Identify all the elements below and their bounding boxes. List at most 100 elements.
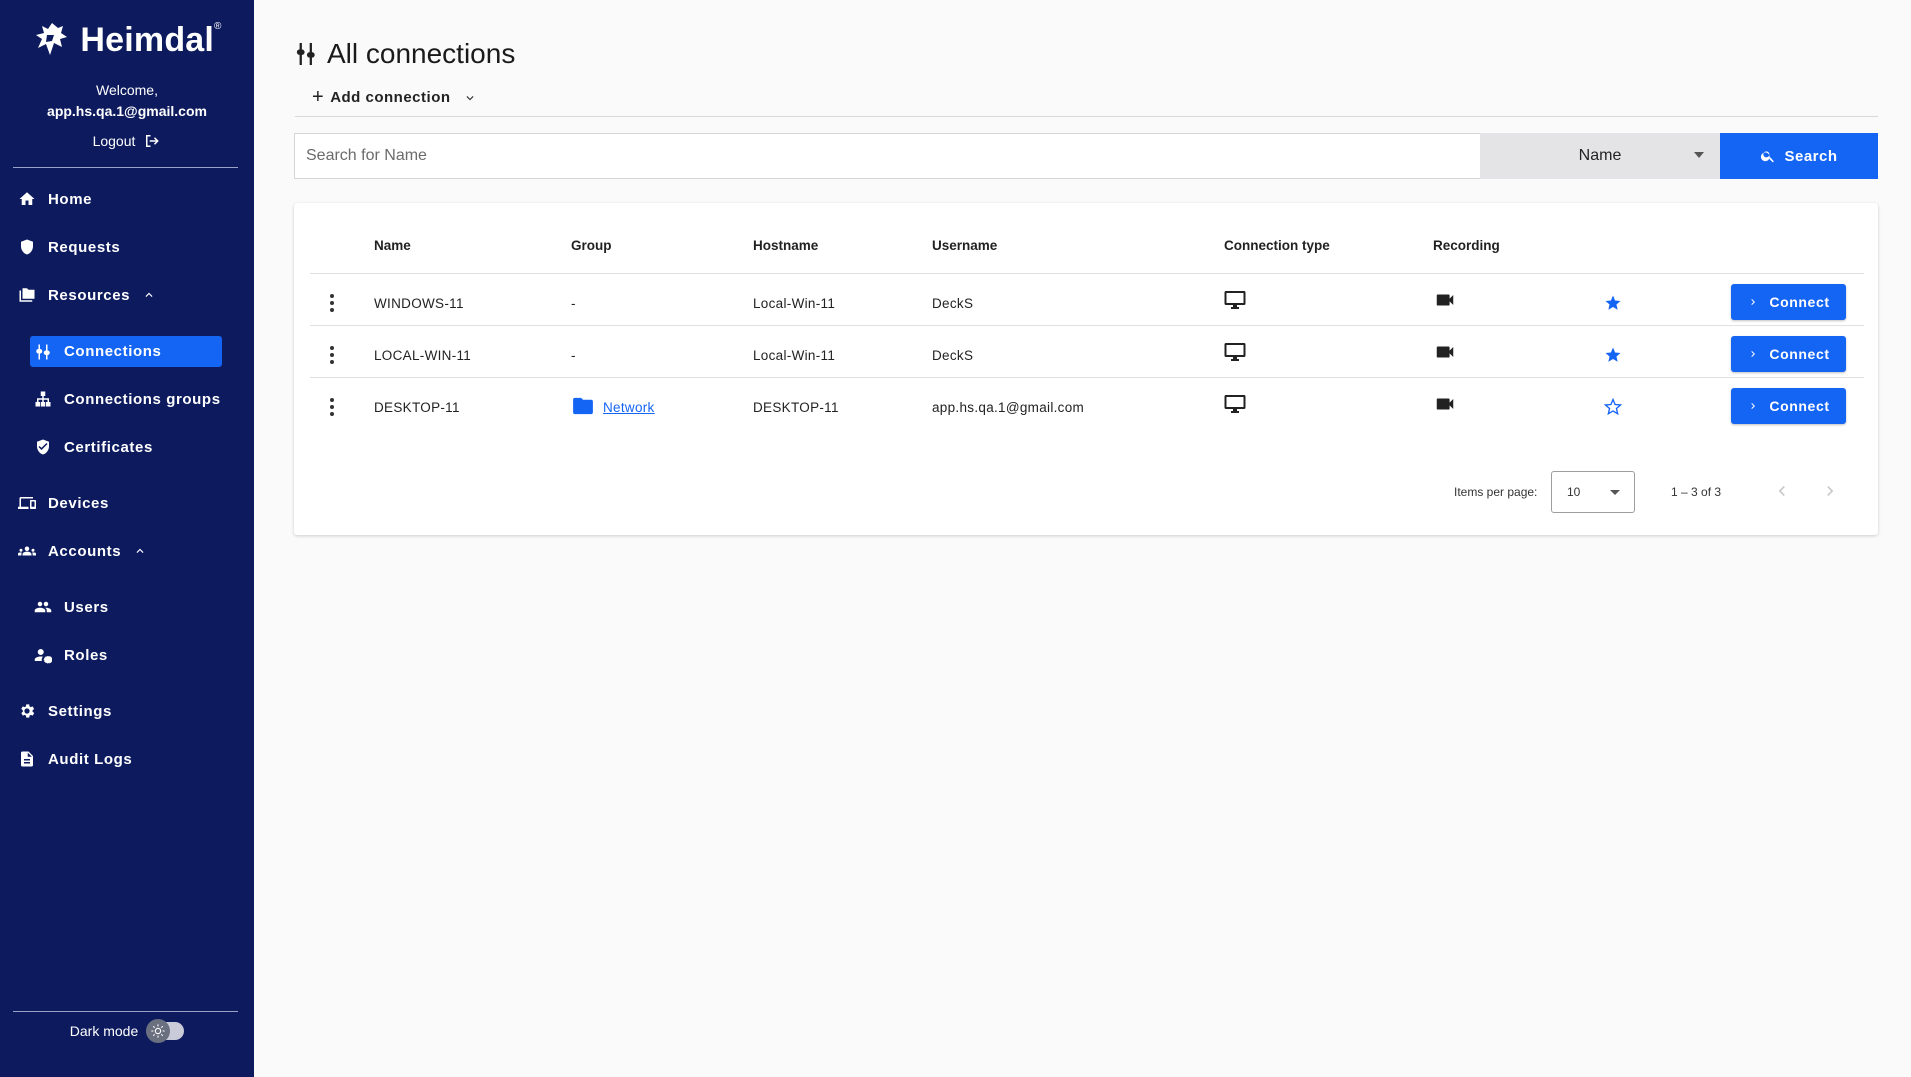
row-divider (310, 325, 1864, 326)
star-outline-icon[interactable] (1604, 398, 1622, 416)
sidebar-item-audit-logs[interactable]: Audit Logs (18, 743, 132, 775)
users-icon (34, 601, 52, 613)
connect-button-label: Connect (1769, 346, 1830, 362)
monitor-icon (1223, 288, 1247, 312)
groups-icon (18, 546, 36, 556)
chevron-right-icon (1751, 299, 1756, 305)
document-icon (21, 751, 33, 767)
search-input[interactable] (294, 133, 1480, 179)
folders-icon (19, 288, 35, 302)
sidebar-item-home[interactable]: Home (18, 183, 92, 215)
search-button[interactable]: Search (1720, 133, 1878, 179)
chevron-down-icon (466, 95, 474, 100)
sidebar-divider (13, 1011, 238, 1012)
welcome-text: Welcome, (96, 82, 158, 98)
cell-username: DeckS (932, 296, 974, 311)
sidebar-item-devices[interactable]: Devices (18, 487, 109, 519)
sidebar-item-connections[interactable]: Connections (30, 336, 222, 367)
sidebar-item-label: Users (64, 598, 109, 616)
items-per-page-select[interactable]: 10 (1551, 471, 1635, 513)
star-filled-icon[interactable] (1604, 346, 1622, 364)
caret-down-icon (1694, 152, 1704, 158)
sidebar-item-roles[interactable]: Roles (34, 639, 108, 671)
pagination-range: 1 – 3 of 3 (1671, 485, 1722, 499)
sidebar-item-accounts[interactable]: Accounts (18, 535, 147, 567)
column-header-name[interactable]: Name (374, 238, 411, 253)
brand-name: Heimdal® (80, 20, 222, 59)
connect-button-label: Connect (1769, 294, 1830, 310)
logout-button[interactable]: Logout (0, 132, 254, 150)
connect-button[interactable]: Connect (1731, 284, 1846, 320)
row-menu-icon[interactable] (329, 398, 335, 416)
connections-icon (36, 344, 50, 359)
search-bar: Name Search (294, 133, 1878, 179)
page-title: All connections (295, 38, 515, 70)
cell-username: DeckS (932, 348, 974, 363)
star-filled-icon[interactable] (1604, 294, 1622, 312)
sidebar-item-settings[interactable]: Settings (18, 695, 112, 727)
monitor-icon (1223, 392, 1247, 416)
monitor-icon (1223, 340, 1247, 364)
sidebar-item-users[interactable]: Users (34, 591, 109, 623)
add-connection-label: Add connection (330, 89, 451, 106)
dark-mode-toggle[interactable] (146, 1019, 185, 1043)
toggle-knob (146, 1019, 171, 1043)
row-menu-icon[interactable] (329, 294, 335, 312)
connections-table: Name Group Hostname Username Connection … (294, 203, 1878, 535)
header-row-divider (310, 273, 1864, 274)
group-link-network[interactable]: Network (603, 400, 655, 415)
add-connection-button[interactable]: + Add connection (312, 86, 477, 109)
sidebar-item-label: Accounts (48, 542, 122, 560)
user-email: app.hs.qa.1@gmail.com (47, 103, 207, 119)
search-field-value: Name (1578, 147, 1622, 164)
sidebar-item-label: Devices (48, 494, 109, 512)
column-header-group[interactable]: Group (571, 238, 612, 253)
dark-mode-label: Dark mode (69, 1023, 139, 1039)
sidebar-item-label: Roles (64, 646, 108, 664)
caret-down-icon (1610, 490, 1620, 495)
column-header-hostname[interactable]: Hostname (753, 238, 818, 253)
logout-label: Logout (92, 133, 136, 149)
brand: Heimdal® (0, 20, 254, 60)
column-header-username[interactable]: Username (932, 238, 997, 253)
home-icon (19, 192, 35, 205)
video-camera-icon (1434, 393, 1456, 415)
cell-group: - (571, 348, 576, 363)
sidebar-item-label: Resources (48, 286, 131, 304)
cell-username: app.hs.qa.1@gmail.com (932, 400, 1085, 415)
cell-name: WINDOWS-11 (374, 296, 464, 311)
previous-page-icon[interactable] (1772, 481, 1792, 501)
sidebar-item-label: Certificates (64, 438, 153, 456)
sidebar-item-requests[interactable]: Requests (18, 231, 120, 263)
column-header-connection-type[interactable]: Connection type (1224, 238, 1330, 253)
search-field-select[interactable]: Name (1480, 133, 1720, 179)
connect-button[interactable]: Connect (1731, 336, 1846, 372)
sidebar-item-certificates[interactable]: Certificates (34, 431, 153, 463)
search-button-label: Search (1784, 147, 1838, 165)
folder-icon (573, 397, 593, 415)
sidebar-item-label: Requests (48, 238, 121, 256)
column-header-recording[interactable]: Recording (1433, 238, 1500, 253)
items-per-page-value: 10 (1567, 485, 1581, 499)
connect-button[interactable]: Connect (1731, 388, 1846, 424)
connections-icon (296, 43, 315, 65)
sidebar-item-label: Connections groups (64, 390, 221, 408)
chevron-up-icon (136, 548, 144, 553)
video-camera-icon (1434, 289, 1456, 311)
roles-icon (34, 649, 52, 664)
shield-icon (21, 239, 33, 255)
sidebar-item-label: Home (48, 190, 93, 208)
logout-icon (146, 135, 160, 147)
sidebar-item-resources[interactable]: Resources (18, 279, 156, 311)
sidebar-item-connections-groups[interactable]: Connections groups (34, 383, 221, 415)
heimdal-logo-icon (36, 23, 68, 55)
page-title-text: All connections (327, 38, 516, 69)
next-page-icon[interactable] (1820, 481, 1840, 501)
row-menu-icon[interactable] (329, 346, 335, 364)
chevron-right-icon (1751, 351, 1756, 357)
video-camera-icon (1434, 341, 1456, 363)
search-icon (1761, 151, 1775, 163)
cell-hostname: Local-Win-11 (753, 348, 836, 363)
sidebar-item-label: Connections (64, 343, 162, 360)
shield-check-icon (37, 439, 49, 455)
